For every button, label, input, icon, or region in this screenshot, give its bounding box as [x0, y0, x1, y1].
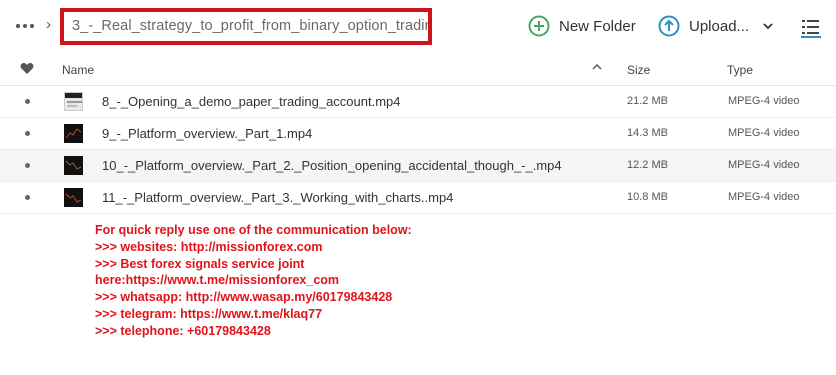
new-folder-button[interactable]: New Folder — [528, 14, 636, 38]
upload-label: Upload... — [689, 17, 750, 35]
video-thumbnail — [64, 188, 83, 207]
chevron-right-icon[interactable]: › — [46, 16, 56, 34]
contact-notice: For quick reply use one of the communica… — [95, 222, 515, 340]
file-row[interactable]: 8_-_Opening_a_demo_paper_trading_account… — [0, 86, 836, 118]
file-type: MPEG-4 video — [728, 95, 800, 107]
notice-line: >>> Best forex signals service joint — [95, 256, 305, 271]
file-size: 10.8 MB — [627, 191, 668, 203]
file-type: MPEG-4 video — [728, 159, 800, 171]
plus-circle-icon — [528, 15, 550, 37]
more-options-icon[interactable] — [14, 16, 36, 34]
column-header-type[interactable]: Type — [727, 63, 753, 77]
notice-line: here:https://www.t.me/missionforex_com — [95, 273, 340, 288]
notice-line: For quick reply use one of the communica… — [95, 223, 412, 237]
notice-line: >>> telegram: https://www.t.me/klaq77 — [95, 306, 323, 321]
file-row[interactable]: 9_-_Platform_overview._Part_1.mp4 14.3 M… — [0, 118, 836, 150]
file-name[interactable]: 8_-_Opening_a_demo_paper_trading_account… — [102, 94, 401, 109]
file-type: MPEG-4 video — [728, 127, 800, 139]
file-row[interactable]: 11_-_Platform_overview._Part_3._Working_… — [0, 182, 836, 214]
breadcrumb-current-folder[interactable]: 3_-_Real_strategy_to_profit_from_binary_… — [60, 8, 432, 45]
heart-icon[interactable] — [20, 62, 34, 75]
file-size: 21.2 MB — [627, 95, 668, 107]
notice-line: >>> websites: http://missionforex.com — [95, 239, 323, 254]
notice-line: >>> whatsapp: http://www.wasap.my/601798… — [95, 290, 393, 305]
file-name[interactable]: 10_-_Platform_overview._Part_2._Position… — [102, 158, 562, 173]
file-name[interactable]: 9_-_Platform_overview._Part_1.mp4 — [102, 126, 312, 141]
toolbar: › 3_-_Real_strategy_to_profit_from_binar… — [0, 0, 836, 52]
video-thumbnail — [64, 124, 83, 143]
upload-arrow-icon — [658, 15, 680, 37]
row-bullet-icon — [25, 163, 30, 168]
row-bullet-icon — [25, 195, 30, 200]
sort-ascending-icon[interactable] — [592, 63, 602, 71]
row-bullet-icon — [25, 99, 30, 104]
column-header-size[interactable]: Size — [627, 63, 650, 77]
chevron-down-icon[interactable] — [763, 22, 773, 30]
file-size: 14.3 MB — [627, 127, 668, 139]
file-size: 12.2 MB — [627, 159, 668, 171]
video-thumbnail — [64, 156, 83, 175]
video-thumbnail — [64, 92, 83, 111]
file-row[interactable]: 10_-_Platform_overview._Part_2._Position… — [0, 150, 836, 182]
file-type: MPEG-4 video — [728, 191, 800, 203]
file-list-header: Name Size Type — [0, 54, 836, 86]
notice-line: >>> telephone: +60179843428 — [95, 323, 271, 338]
column-header-name[interactable]: Name — [62, 63, 94, 77]
file-name[interactable]: 11_-_Platform_overview._Part_3._Working_… — [102, 190, 453, 205]
row-bullet-icon — [25, 131, 30, 136]
new-folder-label: New Folder — [559, 17, 636, 35]
upload-button[interactable]: Upload... — [658, 14, 773, 38]
list-view-icon[interactable] — [800, 16, 822, 38]
